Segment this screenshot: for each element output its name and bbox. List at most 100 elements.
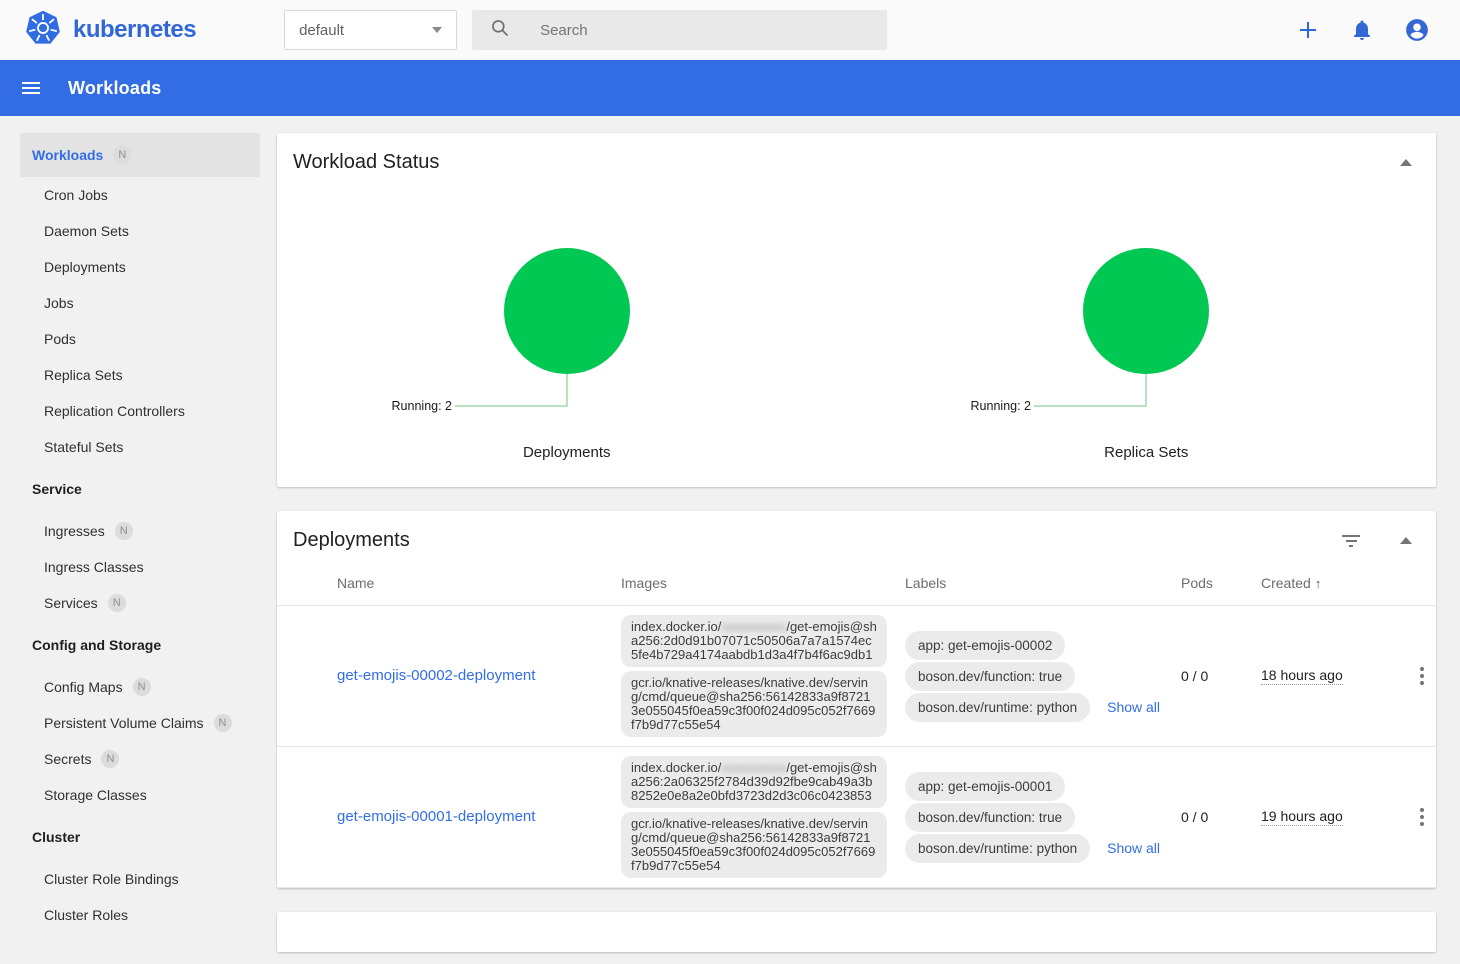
image-chip: index.docker.io/xxxxxxxxxx/get-emojis@sh…: [621, 615, 887, 667]
sidebar-item-deployments[interactable]: Deployments: [20, 249, 260, 285]
collapse-card-icon[interactable]: [1400, 537, 1412, 544]
sidebar-item-label: Pods: [44, 331, 76, 347]
image-chip: gcr.io/knative-releases/knative.dev/serv…: [621, 671, 887, 737]
user-avatar-icon[interactable]: [1404, 17, 1430, 43]
sidebar-item-replication-controllers[interactable]: Replication Controllers: [20, 393, 260, 429]
created-cell: 18 hours ago: [1261, 667, 1401, 685]
new-badge: N: [133, 678, 151, 696]
pie-slice-running: [504, 248, 630, 374]
sidebar-item-cron-jobs[interactable]: Cron Jobs: [20, 177, 260, 213]
column-header-images[interactable]: Images: [621, 575, 905, 591]
kubernetes-logo-icon: [25, 10, 61, 51]
sidebar-section-label: Service: [32, 481, 82, 497]
show-all-link[interactable]: Show all: [1107, 840, 1160, 856]
new-badge: N: [101, 750, 119, 768]
notifications-bell-icon[interactable]: [1350, 18, 1374, 42]
pie-slice-label: Running: 2: [391, 399, 452, 413]
deployments-title: Deployments: [293, 529, 410, 552]
pie-slice-running: [1083, 248, 1209, 374]
table-row: get-emojis-00001-deployment index.docker…: [277, 747, 1436, 888]
deployment-name-link[interactable]: get-emojis-00001-deployment: [337, 808, 535, 825]
sidebar-item-persistent-volume-claims[interactable]: Persistent Volume Claims N: [20, 705, 260, 741]
top-header: kubernetes default: [0, 0, 1460, 60]
label-chip: boson.dev/runtime: python: [905, 693, 1090, 722]
sidebar-item-pods[interactable]: Pods: [20, 321, 260, 357]
sidebar-nav: Workloads N Cron Jobs Daemon Sets Deploy…: [0, 116, 260, 964]
label-chip: app: get-emojis-00001: [905, 772, 1065, 801]
sidebar-item-label: Jobs: [44, 295, 74, 311]
new-badge: N: [108, 594, 126, 612]
column-header-pods[interactable]: Pods: [1181, 575, 1261, 591]
sidebar-item-label: Storage Classes: [44, 787, 147, 803]
deployments-card: Deployments Name Images Labels Pods Crea…: [277, 511, 1436, 888]
sidebar-item-replica-sets[interactable]: Replica Sets: [20, 357, 260, 393]
label-chip: app: get-emojis-00002: [905, 631, 1065, 660]
deployment-name-link[interactable]: get-emojis-00002-deployment: [337, 667, 535, 684]
chart-caption-replica-sets: Replica Sets: [1104, 444, 1188, 461]
column-header-name[interactable]: Name: [337, 575, 621, 591]
sidebar-item-workloads[interactable]: Workloads N: [20, 133, 260, 177]
search-input[interactable]: [538, 21, 869, 40]
pie-callout-line: [455, 374, 567, 406]
search-icon: [490, 18, 538, 43]
column-header-created[interactable]: Created ↑: [1261, 575, 1401, 591]
main-content: Workload Status Running: 2 Deployments: [260, 116, 1460, 964]
label-chip: boson.dev/function: true: [905, 662, 1075, 691]
sidebar-item-label: Replication Controllers: [44, 403, 185, 419]
deployments-table-header: Name Images Labels Pods Created ↑: [277, 560, 1436, 606]
workload-status-title: Workload Status: [293, 151, 439, 174]
sidebar-section-service: Service: [20, 465, 260, 513]
row-menu-kebab-icon[interactable]: [1415, 804, 1429, 830]
next-card-partial: [277, 912, 1436, 952]
sidebar-section-cluster: Cluster: [20, 813, 260, 861]
sort-ascending-icon: ↑: [1315, 576, 1322, 591]
row-menu-kebab-icon[interactable]: [1415, 663, 1429, 689]
sidebar-item-stateful-sets[interactable]: Stateful Sets: [20, 429, 260, 465]
new-badge: N: [214, 714, 232, 732]
sidebar-item-label: Cluster Roles: [44, 907, 128, 923]
show-all-link[interactable]: Show all: [1107, 699, 1160, 715]
sidebar-item-daemon-sets[interactable]: Daemon Sets: [20, 213, 260, 249]
menu-hamburger-icon[interactable]: [22, 79, 40, 97]
kubernetes-logo[interactable]: kubernetes: [25, 10, 196, 51]
chart-caption-deployments: Deployments: [523, 444, 611, 461]
filter-icon[interactable]: [1342, 535, 1360, 547]
images-cell: index.docker.io/xxxxxxxxxx/get-emojis@sh…: [621, 752, 905, 882]
pie-callout-line: [1034, 374, 1146, 406]
create-plus-icon[interactable]: [1296, 18, 1320, 42]
sidebar-item-label: Stateful Sets: [44, 439, 123, 455]
workload-status-card: Workload Status Running: 2 Deployments: [277, 133, 1436, 487]
label-chip: boson.dev/function: true: [905, 803, 1075, 832]
pie-slice-label: Running: 2: [971, 399, 1032, 413]
header-actions: [1296, 17, 1430, 43]
image-chip: gcr.io/knative-releases/knative.dev/serv…: [621, 812, 887, 878]
sidebar-item-label: Config Maps: [44, 679, 123, 695]
sidebar-item-label: Replica Sets: [44, 367, 123, 383]
sidebar-item-ingresses[interactable]: Ingresses N: [20, 513, 260, 549]
sidebar-item-cluster-roles[interactable]: Cluster Roles: [20, 897, 260, 933]
sidebar-section-label: Cluster: [32, 829, 80, 845]
sidebar-item-services[interactable]: Services N: [20, 585, 260, 621]
column-header-created-label: Created: [1261, 575, 1311, 591]
chevron-down-icon: [432, 27, 442, 33]
replica-sets-pie-chart: Running: 2 Replica Sets: [857, 188, 1437, 461]
sidebar-item-config-maps[interactable]: Config Maps N: [20, 669, 260, 705]
sidebar-item-label: Secrets: [44, 751, 91, 767]
sidebar-item-ingress-classes[interactable]: Ingress Classes: [20, 549, 260, 585]
sidebar-item-cluster-role-bindings[interactable]: Cluster Role Bindings: [20, 861, 260, 897]
image-chip: index.docker.io/xxxxxxxxxx/get-emojis@sh…: [621, 756, 887, 808]
pods-cell: 0 / 0: [1181, 809, 1261, 825]
app-bar: Workloads: [0, 60, 1460, 116]
search-bar[interactable]: [472, 10, 887, 50]
namespace-select[interactable]: default: [284, 10, 457, 50]
collapse-card-icon[interactable]: [1400, 159, 1412, 166]
sidebar-item-secrets[interactable]: Secrets N: [20, 741, 260, 777]
sidebar-item-jobs[interactable]: Jobs: [20, 285, 260, 321]
brand-wordmark: kubernetes: [73, 16, 196, 44]
sidebar-item-storage-classes[interactable]: Storage Classes: [20, 777, 260, 813]
sidebar-item-label: Services: [44, 595, 98, 611]
labels-cell: app: get-emojis-00001 boson.dev/function…: [905, 770, 1181, 865]
redacted-text: xxxxxxxxxx: [721, 760, 786, 775]
column-header-labels[interactable]: Labels: [905, 575, 1181, 591]
sidebar-item-label: Deployments: [44, 259, 126, 275]
